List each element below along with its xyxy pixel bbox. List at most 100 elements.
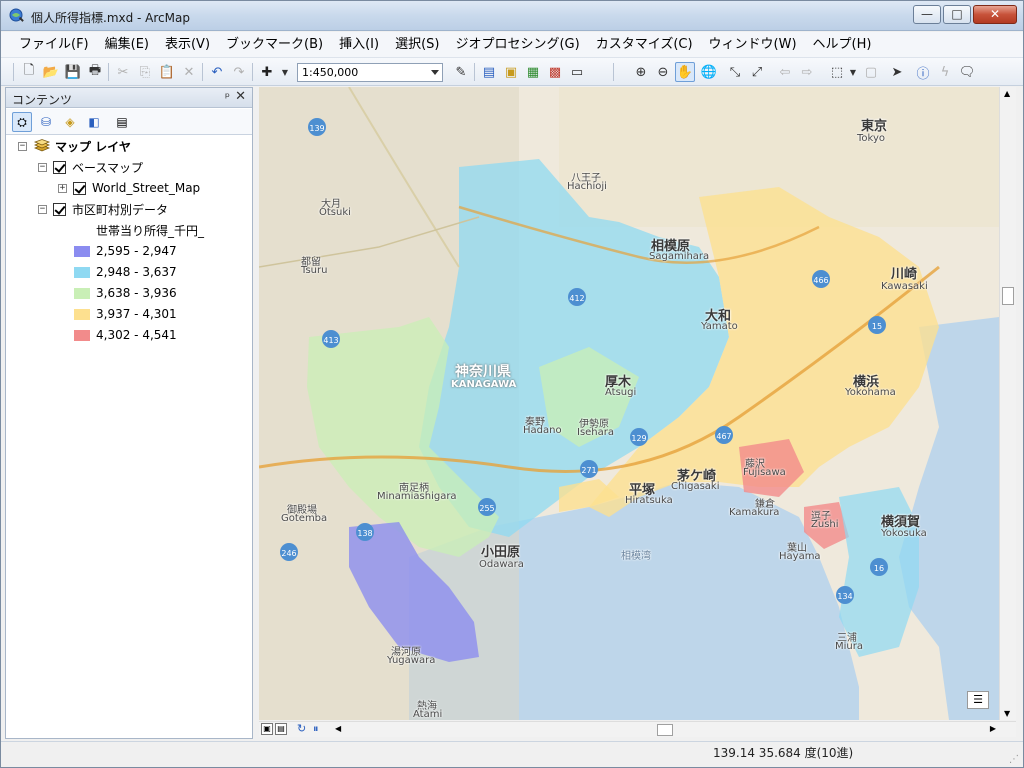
maximize-icon: □ <box>951 7 963 21</box>
zoom-in-icon[interactable]: ⊕ <box>631 62 651 82</box>
scroll-down-icon[interactable]: ▼ <box>1004 709 1010 718</box>
menu-windows[interactable]: ウィンドウ(W) <box>701 34 805 56</box>
map-canvas[interactable]: 139 413 412 129 271 255 138 246 16 134 4… <box>259 87 999 720</box>
map-display[interactable]: 139 413 412 129 271 255 138 246 16 134 4… <box>259 87 999 720</box>
menu-edit[interactable]: 編集(E) <box>97 34 157 56</box>
map-tips-icon[interactable]: ☰ <box>967 691 989 709</box>
close-button[interactable]: ✕ <box>973 5 1017 24</box>
toc-window-icon[interactable]: ▤ <box>479 62 499 82</box>
map-horizontal-scrollbar[interactable]: ▣ ▤ ↻ ⏸ ◀ ▶ <box>259 721 1016 737</box>
paste-icon[interactable]: 📋 <box>157 62 177 82</box>
municipal-data-row[interactable]: − 市区町村別データ <box>38 199 168 219</box>
clear-selection-icon[interactable]: ▢ <box>861 62 881 82</box>
menu-file[interactable]: ファイル(F) <box>11 34 97 56</box>
arctoolbox-icon[interactable]: ▩ <box>545 62 565 82</box>
collapse-icon[interactable]: − <box>18 141 27 151</box>
add-data-icon[interactable]: ✚ <box>257 62 277 82</box>
horizontal-scroll-thumb[interactable] <box>657 724 673 736</box>
basemap-group-row[interactable]: − ベースマップ <box>38 157 143 177</box>
world-street-map-checkbox[interactable] <box>73 181 86 195</box>
pause-drawing-icon[interactable]: ⏸ <box>313 722 319 736</box>
world-street-map-row[interactable]: + World_Street_Map <box>58 178 200 198</box>
identify-info-icon[interactable]: ⓘ <box>913 62 933 82</box>
select-elements-arrow-icon[interactable]: ➤ <box>887 62 907 82</box>
collapse-icon[interactable]: − <box>38 162 47 172</box>
menu-view[interactable]: 表示(V) <box>157 34 218 56</box>
window-title: 個人所得指標.mxd - ArcMap <box>31 11 190 25</box>
legend-class-row[interactable]: 2,948 - 3,637 <box>74 262 177 282</box>
route-shield-icon: 246 <box>280 543 298 561</box>
list-by-drawing-order-icon[interactable]: ⛭ <box>12 112 32 132</box>
menu-insert[interactable]: 挿入(I) <box>331 34 387 56</box>
basemap-visibility-checkbox[interactable] <box>53 160 66 174</box>
svg-text:138: 138 <box>357 529 372 538</box>
expand-icon[interactable]: + <box>58 183 67 193</box>
menu-bookmarks[interactable]: ブックマーク(B) <box>218 34 331 56</box>
list-by-source-icon[interactable]: ⛁ <box>36 112 56 132</box>
full-extent-globe-icon[interactable]: 🌐 <box>699 62 719 82</box>
legend-class-label: 3,937 - 4,301 <box>96 307 177 321</box>
back-extent-icon[interactable]: ⇦ <box>775 62 795 82</box>
svg-text:271: 271 <box>581 466 596 475</box>
new-document-icon[interactable]: 🗋 <box>19 62 39 82</box>
svg-text:134: 134 <box>837 592 852 601</box>
svg-text:16: 16 <box>874 564 884 573</box>
legend-class-row[interactable]: 3,937 - 4,301 <box>74 304 177 324</box>
legend-class-row[interactable]: 3,638 - 3,936 <box>74 283 177 303</box>
menu-help[interactable]: ヘルプ(H) <box>805 34 880 56</box>
refresh-icon[interactable]: ↻ <box>297 722 306 735</box>
toc-title: コンテンツ <box>12 93 73 107</box>
pin-icon[interactable]: ᵖ <box>225 90 230 104</box>
collapse-icon[interactable]: − <box>38 204 47 214</box>
toc-close-icon[interactable]: ✕ <box>235 89 246 104</box>
cut-icon[interactable]: ✂ <box>113 62 133 82</box>
hyperlink-lightning-icon[interactable]: ϟ <box>935 62 955 82</box>
resize-grip-icon[interactable]: ⋰ <box>1009 754 1019 765</box>
menu-geoprocessing[interactable]: ジオプロセシング(G) <box>447 34 587 56</box>
maximize-button[interactable]: □ <box>943 5 971 24</box>
svg-text:129: 129 <box>631 434 646 443</box>
redo-icon[interactable]: ↷ <box>229 62 249 82</box>
menu-selection[interactable]: 選択(S) <box>387 34 447 56</box>
delete-icon[interactable]: ✕ <box>179 62 199 82</box>
html-popup-icon[interactable]: 🗨 <box>957 62 977 82</box>
map-scale-combobox[interactable]: 1:450,000 <box>297 63 443 82</box>
select-dropdown-icon[interactable]: ▼ <box>843 62 863 82</box>
copy-icon[interactable]: ⎘ <box>135 62 155 82</box>
print-icon[interactable]: 🖶 <box>85 62 105 82</box>
menu-customize[interactable]: カスタマイズ(C) <box>588 34 701 56</box>
coordinate-readout: 139.14 35.684 度(10進) <box>713 746 854 760</box>
scroll-left-icon[interactable]: ◀ <box>335 724 341 733</box>
menu-bar: ファイル(F) 編集(E) 表示(V) ブックマーク(B) 挿入(I) 選択(S… <box>1 32 1023 58</box>
map-layers-row[interactable]: − マップ レイヤ <box>18 136 131 156</box>
editor-toolbar-icon[interactable]: ✎ <box>451 62 471 82</box>
data-view-icon[interactable]: ▣ <box>261 723 273 735</box>
list-by-selection-icon[interactable]: ◧ <box>84 112 104 132</box>
vertical-scroll-thumb[interactable] <box>1002 287 1014 305</box>
python-window-icon[interactable]: ▭ <box>567 62 587 82</box>
forward-extent-icon[interactable]: ⇨ <box>797 62 817 82</box>
fixed-zoom-in-icon[interactable]: ⤡ <box>725 62 745 82</box>
save-icon[interactable]: 💾 <box>63 62 83 82</box>
catalog-icon[interactable]: ▣ <box>501 62 521 82</box>
scroll-right-icon[interactable]: ▶ <box>990 724 996 733</box>
open-folder-icon[interactable]: 📂 <box>41 62 61 82</box>
add-data-dropdown-icon[interactable]: ▼ <box>275 62 295 82</box>
undo-icon[interactable]: ↶ <box>207 62 227 82</box>
zoom-out-icon[interactable]: ⊖ <box>653 62 673 82</box>
layout-view-icon[interactable]: ▤ <box>275 723 287 735</box>
toc-options-icon[interactable]: ▤ <box>112 112 132 132</box>
fixed-zoom-out-icon[interactable]: ⤢ <box>747 62 767 82</box>
legend-class-row[interactable]: 4,302 - 4,541 <box>74 325 177 345</box>
legend-class-row[interactable]: 2,595 - 2,947 <box>74 241 177 261</box>
search-window-icon[interactable]: ▦ <box>523 62 543 82</box>
minimize-button[interactable]: — <box>913 5 941 24</box>
list-by-visibility-icon[interactable]: ◈ <box>60 112 80 132</box>
scale-dropdown-icon[interactable] <box>431 70 439 75</box>
municipal-data-checkbox[interactable] <box>53 202 66 216</box>
scroll-up-icon[interactable]: ▲ <box>1004 89 1010 98</box>
svg-text:246: 246 <box>281 549 296 558</box>
route-shield-icon: 129 <box>630 428 648 446</box>
map-vertical-scrollbar[interactable]: ▲ ▼ <box>999 87 1016 720</box>
pan-hand-icon[interactable]: ✋ <box>675 62 695 82</box>
